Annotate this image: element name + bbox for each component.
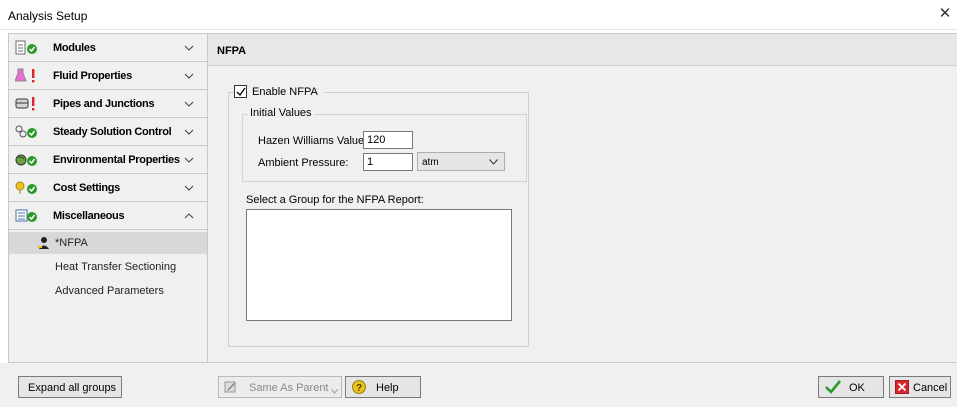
sidebar: Modules Fluid Properties Pipes and Junct… xyxy=(8,33,208,363)
cost-icon xyxy=(15,180,39,196)
button-label: Same As Parent xyxy=(249,382,329,394)
sidebar-item-label: *NFPA xyxy=(55,237,88,249)
enable-nfpa-checkbox[interactable] xyxy=(234,85,247,98)
sidebar-group-environmental-properties[interactable]: Environmental Properties xyxy=(9,146,207,174)
sidebar-group-pipes-and-junctions[interactable]: Pipes and Junctions xyxy=(9,90,207,118)
chevron-up-icon xyxy=(183,210,195,222)
expand-all-groups-button[interactable]: Expand all groups xyxy=(18,376,122,398)
sidebar-group-label: Modules xyxy=(53,42,96,54)
ambient-pressure-input[interactable]: 1 xyxy=(363,153,413,171)
cancel-x-icon xyxy=(895,380,909,397)
sidebar-group-fluid-properties[interactable]: Fluid Properties xyxy=(9,62,207,90)
svg-text:?: ? xyxy=(356,383,362,394)
chevron-down-icon xyxy=(489,159,498,165)
sidebar-item-label: Heat Transfer Sectioning xyxy=(55,261,177,273)
sidebar-group-label: Steady Solution Control xyxy=(53,126,172,138)
main-panel: NFPA Enable NFPA Initial Values Hazen Wi… xyxy=(208,33,957,363)
environment-icon xyxy=(15,152,39,168)
sidebar-item-heat-transfer-sectioning[interactable]: Heat Transfer Sectioning xyxy=(9,256,207,278)
chevron-down-icon xyxy=(183,154,195,166)
miscellaneous-icon xyxy=(15,208,39,224)
sidebar-group-label: Pipes and Junctions xyxy=(53,98,155,110)
hazen-williams-input[interactable]: 120 xyxy=(363,131,413,149)
flask-icon xyxy=(14,68,39,84)
button-label: Help xyxy=(376,382,399,394)
hazen-williams-label: Hazen Williams Value: xyxy=(258,135,368,147)
sidebar-group-label: Fluid Properties xyxy=(53,70,132,82)
sidebar-group-label: Cost Settings xyxy=(53,182,120,194)
button-label: OK xyxy=(849,382,865,394)
ok-button[interactable]: OK xyxy=(818,376,884,398)
pipe-icon xyxy=(15,96,39,112)
close-icon[interactable]: ✕ xyxy=(937,5,953,23)
window-title: Analysis Setup xyxy=(8,9,88,23)
sidebar-item-nfpa[interactable]: *NFPA xyxy=(9,232,207,254)
page-title: NFPA xyxy=(217,45,247,57)
sidebar-group-label: Environmental Properties xyxy=(53,154,180,166)
footer-bar: Expand all groups Same As Parent ? Help … xyxy=(0,363,957,407)
solution-control-icon xyxy=(15,124,39,140)
checkmark-icon xyxy=(825,380,842,397)
sidebar-group-modules[interactable]: Modules xyxy=(9,34,207,62)
chevron-down-icon xyxy=(183,182,195,194)
chevron-down-icon xyxy=(183,126,195,138)
chevron-down-icon xyxy=(183,98,195,110)
sidebar-group-miscellaneous[interactable]: Miscellaneous xyxy=(9,202,207,230)
sidebar-item-advanced-parameters[interactable]: Advanced Parameters xyxy=(9,280,207,302)
sidebar-item-label: Advanced Parameters xyxy=(55,285,164,297)
person-icon xyxy=(37,236,51,253)
enable-nfpa-label: Enable NFPA xyxy=(252,86,318,98)
initial-values-legend: Initial Values xyxy=(248,107,314,119)
edit-icon xyxy=(224,380,238,397)
button-label: Expand all groups xyxy=(28,382,117,394)
help-icon: ? xyxy=(351,379,367,398)
button-label: Cancel xyxy=(913,382,948,394)
group-listbox[interactable] xyxy=(246,209,512,321)
enable-nfpa-row[interactable]: Enable NFPA xyxy=(234,84,324,100)
help-button[interactable]: ? Help xyxy=(345,376,421,398)
chevron-down-icon xyxy=(331,385,338,397)
modules-icon xyxy=(15,40,39,56)
group-select-label: Select a Group for the NFPA Report: xyxy=(246,194,424,206)
sidebar-group-cost-settings[interactable]: Cost Settings xyxy=(9,174,207,202)
ambient-pressure-label: Ambient Pressure: xyxy=(258,157,349,169)
chevron-down-icon xyxy=(183,42,195,54)
cancel-button[interactable]: Cancel xyxy=(889,376,951,398)
same-as-parent-button[interactable]: Same As Parent xyxy=(218,376,342,398)
title-bar: Analysis Setup ✕ xyxy=(0,0,957,30)
panel-header: NFPA xyxy=(208,34,957,66)
chevron-down-icon xyxy=(183,70,195,82)
ambient-pressure-unit-select[interactable]: atm xyxy=(417,152,505,171)
unit-select-value: atm xyxy=(422,157,439,168)
sidebar-group-steady-solution-control[interactable]: Steady Solution Control xyxy=(9,118,207,146)
sidebar-group-label: Miscellaneous xyxy=(53,210,125,222)
